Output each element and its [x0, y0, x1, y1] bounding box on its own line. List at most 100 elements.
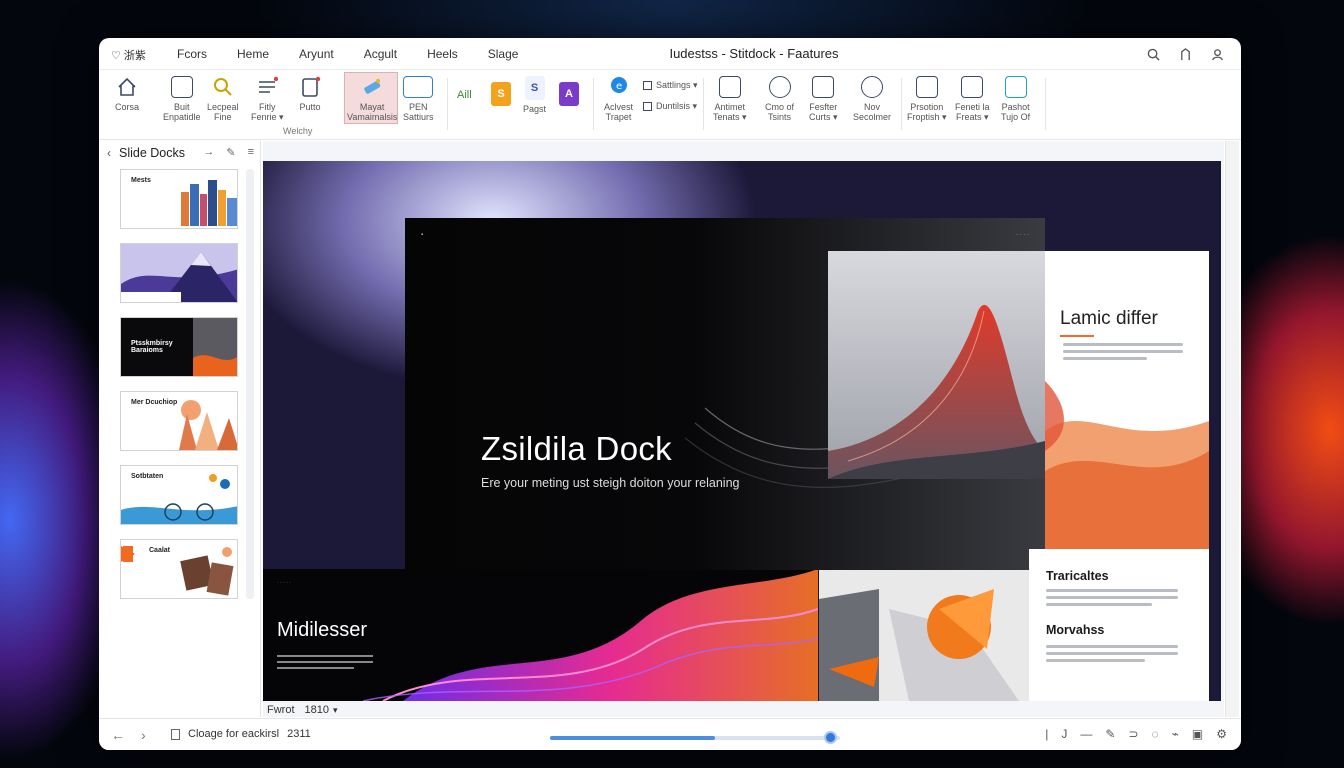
- ribbon-button-label: Pagst: [523, 104, 547, 114]
- pin-icon[interactable]: ✎: [226, 146, 235, 159]
- share-icon[interactable]: [1175, 44, 1195, 64]
- slide-layout-icon: [170, 76, 193, 98]
- ribbon-button-label: Corsa: [115, 102, 140, 112]
- menu-item-help[interactable]: Heels: [427, 47, 458, 61]
- menu-item-file[interactable]: Fcors: [177, 47, 207, 61]
- ribbon-separator: [593, 78, 594, 130]
- svg-text:e: e: [616, 81, 622, 92]
- comment-icon[interactable]: ◌: [1152, 727, 1159, 741]
- ribbon-button-pashot[interactable]: Pashot Tujo Of: [1001, 76, 1030, 122]
- ribbon-button-find[interactable]: Lecpeal Fine: [207, 76, 239, 122]
- slide-card-midilesser[interactable]: · · · · · Midilesser: [263, 569, 818, 701]
- ribbon-button-label: Buit Enpatidle: [163, 102, 201, 122]
- minus-icon[interactable]: —: [1080, 727, 1092, 741]
- ribbon-button-fitly[interactable]: Fitly Fenrie ▾: [251, 76, 284, 122]
- collapse-icon[interactable]: →: [203, 146, 214, 159]
- text-cursor-icon[interactable]: J: [1061, 727, 1067, 741]
- slide-main[interactable]: ▪ · · · · Zsildila Dock Ere your meting …: [405, 218, 1045, 570]
- slide-thumbnail-5[interactable]: Sotbtaten: [120, 465, 238, 525]
- ribbon-toolbar: Corsa Buit Enpatidle Lecpeal Fine Fitly …: [99, 70, 1241, 140]
- slide-subtitle[interactable]: Ere your meting ust steigh doiton your r…: [481, 476, 739, 490]
- slide-title[interactable]: Zsildila Dock: [481, 430, 672, 468]
- status-bar: ← › Cloage for eackirsl 2311 | J — ✎ ⊃ ◌…: [99, 718, 1241, 750]
- status-text: Cloage for eackirsl: [188, 728, 280, 740]
- card-body-text: [1046, 589, 1178, 610]
- settings-small-icon: [643, 80, 652, 90]
- slide-thumbnail-4[interactable]: Mer Dcuchiop: [120, 391, 238, 451]
- card-body-text: [277, 655, 373, 669]
- ribbon-separator: [1045, 78, 1046, 130]
- card-title: Midilesser: [277, 619, 368, 641]
- zoom-control[interactable]: Fwrot 1810 ▾: [267, 703, 377, 717]
- slide-thumbnail-3[interactable]: Ptsskmbirsy Baraioms: [120, 317, 238, 377]
- page-icon: [812, 76, 835, 98]
- chevron-left-icon[interactable]: ‹: [107, 146, 111, 160]
- ribbon-button-label: Feneti la Freats ▾: [955, 102, 990, 122]
- chocolate-image: [121, 546, 234, 596]
- ribbon-button-label: Mayat Vamaimalsis: [347, 102, 398, 122]
- ribbon-button-fesfter[interactable]: Fesfter Curts ▾: [809, 76, 838, 122]
- style-tile-icon[interactable]: S: [491, 82, 511, 106]
- titlebar-icons: [1131, 44, 1227, 64]
- ribbon-button-mayat[interactable]: Mayat Vamaimalsis: [347, 76, 397, 122]
- mountain-image: [121, 244, 237, 302]
- ribbon-button-aill[interactable]: Aill: [457, 90, 472, 101]
- menu-item-home[interactable]: Heme: [237, 47, 269, 61]
- list-icon: [256, 76, 279, 98]
- menu-bar: Fcors Heme Aryunt Acgult Heels Slage: [177, 38, 548, 70]
- ribbon-separator: [447, 78, 448, 130]
- ribbon-button-aclvest[interactable]: e Aclvest Trapet: [604, 76, 633, 122]
- ribbon-button-pen[interactable]: PEN Sattiurs: [403, 76, 434, 122]
- menu-item-stage[interactable]: Slage: [488, 47, 519, 61]
- ribbon-button-nov[interactable]: Nov Secolmer: [853, 76, 891, 122]
- account-icon[interactable]: [1207, 44, 1227, 64]
- slide-card-photo[interactable]: [819, 569, 1029, 701]
- back-arrow-icon[interactable]: ←: [111, 727, 125, 743]
- theme-tile-icon[interactable]: A: [559, 82, 579, 106]
- ribbon-button-label: Duntilsis ▾: [656, 101, 698, 111]
- forward-chevron-icon[interactable]: ›: [141, 727, 146, 743]
- thumbnail-label: Mests: [131, 177, 151, 184]
- draw-icon[interactable]: ⌁: [1172, 727, 1179, 741]
- window-title: Iudestss - Stitdock - Faatures: [669, 46, 839, 61]
- link-icon[interactable]: ⊃: [1128, 727, 1138, 741]
- zoom-label: Fwrot: [267, 704, 295, 716]
- zoom-value[interactable]: 1810: [305, 704, 329, 716]
- thumbnail-label: Ptsskmbirsy Baraioms: [131, 340, 173, 354]
- ribbon-button-feneti[interactable]: Feneti la Freats ▾: [955, 76, 990, 122]
- ribbon-button-animet[interactable]: Antimet Tenats ▾: [713, 76, 747, 122]
- search-icon[interactable]: [1143, 44, 1163, 64]
- slide-thumbnail-2[interactable]: [120, 243, 238, 303]
- settings-icon[interactable]: ⚙: [1216, 727, 1227, 741]
- ribbon-separator: [901, 78, 902, 130]
- progress-knob[interactable]: [824, 731, 838, 744]
- info-circle-icon: e: [608, 76, 630, 98]
- ribbon-button-cmo[interactable]: Cmo of Tsints: [765, 76, 794, 122]
- slide-card-text[interactable]: Traricaltes Morvahss: [1029, 549, 1209, 701]
- ribbon-button-details[interactable]: Duntilsis ▾: [643, 101, 697, 111]
- menu-item-layout[interactable]: Aryunt: [299, 47, 334, 61]
- slide-card-lamic[interactable]: Lamic differ: [1045, 251, 1209, 549]
- ribbon-button-pagst[interactable]: S Pagst: [523, 76, 546, 114]
- chevron-down-icon[interactable]: ▾: [333, 705, 338, 716]
- slide-panel-scrollbar[interactable]: [246, 169, 254, 599]
- pen-icon[interactable]: ✎: [1105, 727, 1115, 741]
- menu-icon[interactable]: ≡: [248, 146, 254, 159]
- slide-panel: ‹ Slide Docks → ✎ ≡ Mests Ptsskmbirsy Ba…: [99, 141, 261, 717]
- cursor-icon[interactable]: |: [1045, 727, 1048, 741]
- slide-thumbnail-6[interactable]: Caalat: [120, 539, 238, 599]
- ribbon-button-home[interactable]: Corsa: [115, 76, 139, 112]
- menu-item-layout-2[interactable]: Acgult: [364, 47, 397, 61]
- wand-icon: [361, 76, 383, 98]
- ribbon-button-build[interactable]: Buit Enpatidle: [163, 76, 201, 122]
- slide-thumbnail-1[interactable]: Mests: [120, 169, 238, 229]
- slide-canvas[interactable]: · · · · · Midilesser Lamic differ ▪ · · …: [263, 141, 1224, 717]
- ribbon-button-putto[interactable]: Putto: [299, 76, 321, 112]
- ribbon-button-label: Prsotion Froptish ▾: [907, 102, 947, 122]
- canvas-scrollbar[interactable]: [1225, 141, 1239, 717]
- notes-icon[interactable]: ▣: [1192, 727, 1203, 741]
- progress-slider[interactable]: [550, 731, 840, 744]
- ribbon-button-settings[interactable]: Sattlings ▾: [643, 80, 698, 90]
- notes-icon: [718, 76, 741, 98]
- ribbon-button-prsotion[interactable]: Prsotion Froptish ▾: [907, 76, 947, 122]
